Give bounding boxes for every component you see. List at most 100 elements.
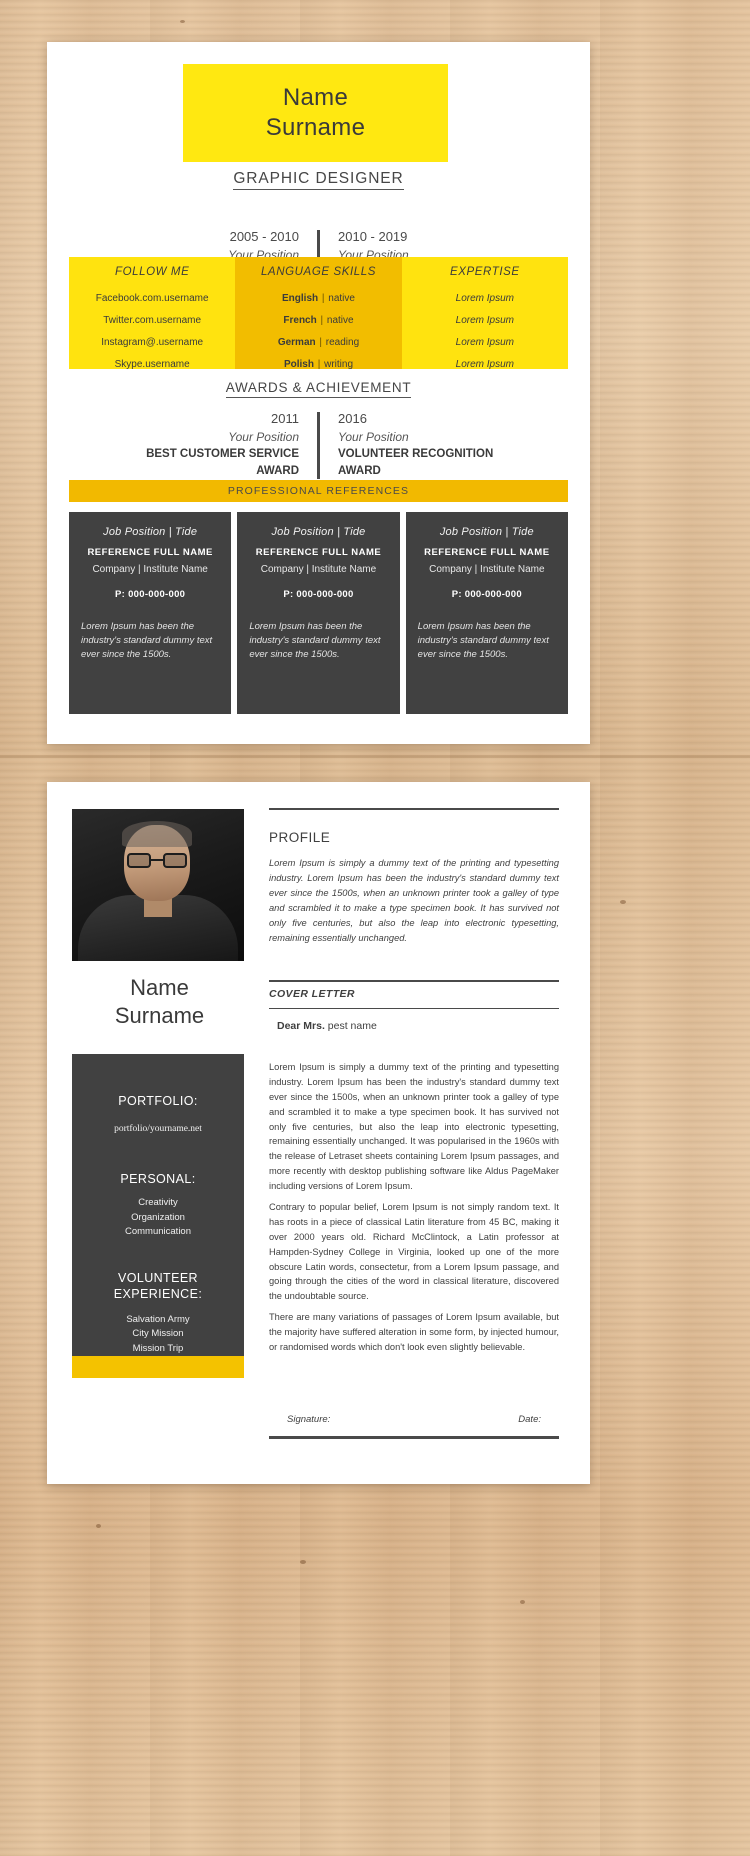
last-name: Surname [265,114,366,141]
awards-row: 2011 Your Position BEST CUSTOMER SERVICE… [47,410,590,481]
award-name: BEST CUSTOMER SERVICE AWARD [146,448,299,478]
cover-letter-heading: COVER LETTER [269,988,355,1000]
page-two-name: Name Surname [57,974,262,1029]
portfolio-url[interactable]: portfolio/yourname.net [72,1124,244,1134]
volunteer-group: VOLUNTEER EXPERIENCE: Salvation Army Cit… [72,1270,244,1357]
language-row: German | reading [235,331,401,353]
photo-hair [122,821,192,847]
cover-paragraph: There are many variations of passages of… [269,1312,559,1352]
reference-job-position: Job Position | Tide [439,526,534,538]
first-name: Name [130,975,189,1000]
wood-knot [520,1600,525,1604]
professional-references-label: PROFESSIONAL REFERENCES [227,485,410,497]
wood-seam [0,755,750,758]
awards-title-text: AWARDS & ACHIEVEMENT [225,380,412,398]
name-banner: Name Surname [183,64,448,162]
social-link[interactable]: Skype.username [69,353,235,375]
cover-paragraph: Contrary to popular belief, Lorem Ipsum … [269,1202,559,1302]
resume-page-one: Name Surname GRAPHIC DESIGNER 2005 - 201… [47,42,590,744]
language-skills-column: LANGUAGE SKILLS English | native French … [235,257,402,370]
awards-section-title: AWARDS & ACHIEVEMENT [47,380,590,398]
page-two-content: PROFILE Lorem Ipsum is simply a dummy te… [269,782,569,1484]
reference-description: Lorem Ipsum has been the industry's stan… [249,621,381,660]
first-name: Name [282,84,349,112]
education-years: 2010 - 2019 [338,229,408,244]
award-year: 2011 [271,411,299,426]
bottom-rule [269,1436,559,1439]
follow-me-column: FOLLOW ME Facebook.com.username Twitter.… [69,257,236,370]
reference-full-name: REFERENCE FULL NAME [87,547,213,558]
reference-phone: P: 000-000-000 [283,589,354,600]
language-level: native [326,314,354,326]
language-separator: | [316,336,325,348]
profile-text: Lorem Ipsum is simply a dummy text of th… [269,858,559,944]
expertise-item: Lorem Ipsum [455,292,514,304]
language-level: writing [324,358,354,370]
expertise-item: Lorem Ipsum [455,358,514,370]
reference-full-name: REFERENCE FULL NAME [255,547,382,558]
award-position: Your Position [338,429,409,444]
wood-knot [300,1560,306,1564]
profile-heading: PROFILE [269,830,331,845]
reference-full-name: REFERENCE FULL NAME [424,547,550,558]
personal-label: PERSONAL: [120,1172,196,1186]
personal-group: PERSONAL: Creativity Organization Commun… [72,1172,244,1240]
reference-company: Company | Institute Name [429,564,545,575]
language-level: reading [325,336,360,348]
reference-job-position: Job Position | Tide [103,526,198,538]
signature-row: Signature: Date: [269,1414,559,1425]
award-entry: 2016 Your Position VOLUNTEER RECOGNITION… [326,410,531,481]
sidebar-panel: PORTFOLIO: portfolio/yourname.net PERSON… [72,1054,244,1356]
award-year: 2016 [338,411,367,426]
profile-photo [72,809,244,961]
follow-me-heading: FOLLOW ME [114,266,190,278]
language-name: German [277,336,316,348]
reference-card: Job Position | Tide REFERENCE FULL NAME … [69,512,232,714]
salutation: Dear Mrs. pest name [277,1020,377,1032]
references-list: Job Position | Tide REFERENCE FULL NAME … [69,512,568,714]
signature-label: Signature: [287,1414,331,1425]
volunteer-items: Salvation Army City Mission Mission Trip [126,1313,190,1355]
glasses-icon [127,853,187,868]
date-label: Date: [518,1414,541,1425]
language-separator: | [319,292,328,304]
job-title-text: GRAPHIC DESIGNER [233,170,404,190]
social-link[interactable]: Twitter.com.username [69,309,235,331]
reference-description: Lorem Ipsum has been the industry's stan… [81,621,213,660]
resume-page-two: Name Surname PORTFOLIO: portfolio/yourna… [47,782,590,1484]
last-name: Surname [114,1002,205,1028]
language-separator: | [317,314,326,326]
social-link[interactable]: Facebook.com.username [69,287,235,309]
award-name: VOLUNTEER RECOGNITION AWARD [338,448,494,478]
reference-phone: P: 000-000-000 [451,589,522,600]
top-rule [269,808,559,810]
salutation-name: pest name [327,1020,377,1032]
language-skills-heading: LANGUAGE SKILLS [260,266,377,278]
wood-knot [180,20,185,23]
expertise-heading: EXPERTISE [449,266,520,278]
cover-letter-rule-bottom [269,1008,559,1010]
skills-block: FOLLOW ME Facebook.com.username Twitter.… [69,257,568,370]
language-row: English | native [235,287,401,309]
expertise-column: EXPERTISE Lorem Ipsum Lorem Ipsum Lorem … [401,257,568,370]
reference-card: Job Position | Tide REFERENCE FULL NAME … [405,512,568,714]
portfolio-label: PORTFOLIO: [118,1094,198,1108]
reference-job-position: Job Position | Tide [271,526,366,538]
language-level: native [328,292,355,304]
reference-phone: P: 000-000-000 [115,589,186,600]
award-position: Your Position [228,429,299,444]
expertise-item: Lorem Ipsum [455,336,514,348]
personal-items: Creativity Organization Communication [125,1197,191,1238]
wood-knot [620,900,626,904]
social-link[interactable]: Instagram@.username [69,331,235,353]
volunteer-label: VOLUNTEER EXPERIENCE: [113,1271,203,1302]
reference-company: Company | Institute Name [260,564,377,575]
language-name: French [283,314,317,326]
column-divider [317,412,320,479]
wood-knot [96,1524,101,1528]
reference-description: Lorem Ipsum has been the industry's stan… [417,621,549,660]
language-separator: | [314,358,324,370]
language-row: French | native [235,309,401,331]
sidebar-yellow-footer [72,1356,244,1378]
reference-card: Job Position | Tide REFERENCE FULL NAME … [237,512,400,714]
